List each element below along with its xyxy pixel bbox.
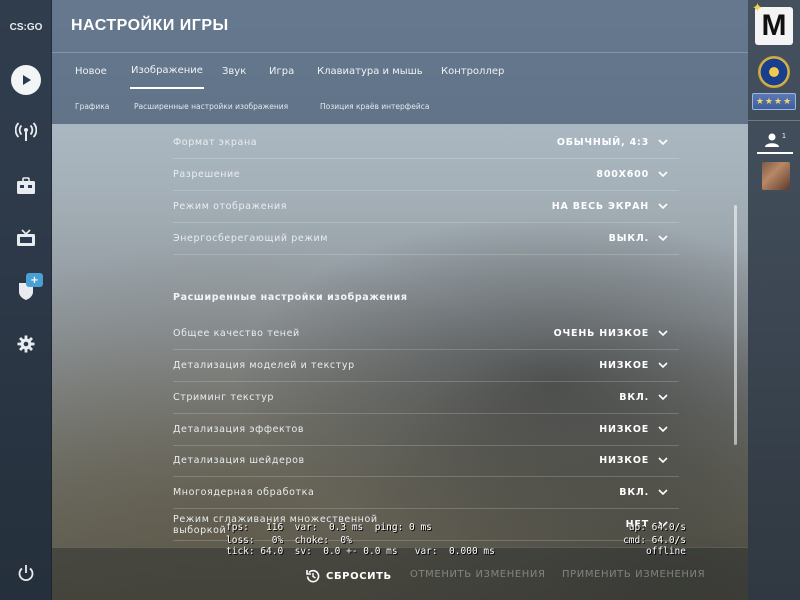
setting-row-display-mode[interactable]: Режим отображения НА ВЕСЬ ЭКРАН	[173, 191, 679, 223]
chevron-down-icon	[658, 488, 668, 495]
setting-row-shader-detail[interactable]: Детализация шейдеров НИЗКОЕ	[173, 445, 679, 477]
setting-value: ВЫКЛ.	[608, 233, 649, 244]
chevron-down-icon	[658, 138, 668, 145]
chevron-down-icon	[658, 234, 668, 241]
friends-count: 1	[781, 132, 787, 140]
tab-video[interactable]: Изображение	[130, 53, 204, 89]
setting-row-aspect-ratio[interactable]: Формат экрана ОБЫЧНЫЙ, 4:3	[173, 127, 679, 159]
setting-label: Детализация эффектов	[173, 424, 305, 435]
netgraph-line-3: tick: 64.0 sv: 0.0 +- 0.0 ms var: 0.000 …	[226, 546, 495, 557]
chevron-down-icon	[658, 425, 668, 432]
settings-list: Формат экрана ОБЫЧНЫЙ, 4:3 Разрешение 80…	[52, 124, 748, 547]
setting-value: НИЗКОЕ	[599, 424, 649, 435]
setting-row-multicore-rendering[interactable]: Многоядерная обработка ВКЛ.	[173, 477, 679, 509]
setting-row-model-texture-detail[interactable]: Детализация моделей и текстур НИЗКОЕ	[173, 350, 679, 382]
gear-icon	[17, 335, 35, 353]
chevron-down-icon	[658, 202, 668, 209]
star-icon: ✦	[752, 1, 763, 16]
chevron-down-icon	[658, 361, 668, 368]
setting-value: ВКЛ.	[619, 487, 649, 498]
setting-label: Разрешение	[173, 169, 241, 180]
play-icon	[11, 65, 41, 95]
setting-row-effect-detail[interactable]: Детализация эффектов НИЗКОЕ	[173, 414, 679, 446]
settings-button[interactable]	[6, 324, 46, 364]
broadcast-icon	[15, 122, 37, 141]
setting-label: Формат экрана	[173, 137, 258, 148]
right-panel-divider	[748, 120, 800, 121]
setting-label: Энергосберегающий режим	[173, 233, 329, 244]
chevron-down-icon	[658, 329, 668, 336]
setting-value: 800X600	[596, 169, 649, 180]
subtab-advanced-video[interactable]: Расширенные настройки изображения	[134, 92, 288, 120]
netgraph-status: offline	[645, 546, 686, 557]
play-button[interactable]	[6, 60, 46, 100]
csgo-logo[interactable]: CS:GO	[0, 10, 52, 44]
setting-value: ОБЫЧНЫЙ, 4:3	[556, 137, 649, 148]
setting-row-power-saving[interactable]: Энергосберегающий режим ВЫКЛ.	[173, 223, 679, 255]
tab-audio[interactable]: Звук	[222, 53, 246, 89]
friends-tab[interactable]: 1	[757, 128, 793, 154]
netgraph-line-1: fps: 116 var: 0.3 ms ping: 0 ms	[226, 522, 432, 533]
setting-value: ВКЛ.	[619, 392, 649, 403]
page-title: НАСТРОЙКИ ИГРЫ	[71, 17, 229, 34]
power-icon	[18, 565, 34, 582]
setting-value: НИЗКОЕ	[599, 360, 649, 371]
reset-label: СБРОСИТЬ	[326, 570, 392, 582]
chevron-down-icon	[658, 393, 668, 400]
person-icon	[764, 133, 779, 147]
right-social-panel	[748, 0, 800, 600]
advanced-section-title: Расширенные настройки изображения	[173, 292, 408, 303]
quit-button[interactable]	[6, 553, 46, 593]
watch-broadcast-button[interactable]	[6, 112, 46, 152]
left-nav: CS:GO +	[0, 0, 52, 600]
chevron-down-icon	[658, 456, 668, 463]
subtab-graphics[interactable]: Графика	[75, 92, 109, 120]
tab-keyboard-mouse[interactable]: Клавиатура и мышь	[317, 53, 423, 89]
setting-label: Общее качество теней	[173, 328, 300, 339]
settings-subtabs: Графика Расширенные настройки изображени…	[52, 92, 748, 120]
setting-row-resolution[interactable]: Разрешение 800X600	[173, 159, 679, 191]
setting-label: Детализация моделей и текстур	[173, 360, 355, 371]
reset-icon	[306, 569, 320, 583]
rank-badge[interactable]: ★★★★	[752, 93, 796, 110]
inventory-button[interactable]	[6, 166, 46, 206]
settings-tabs: Новое Изображение Звук Игра Клавиатура и…	[52, 53, 748, 89]
setting-label: Детализация шейдеров	[173, 455, 305, 466]
new-item-badge: +	[26, 273, 43, 287]
tv-icon	[17, 229, 35, 246]
friend-avatar[interactable]	[762, 162, 790, 190]
apply-changes-button[interactable]: ПРИМЕНИТЬ ИЗМЕНЕНИЯ	[562, 569, 705, 580]
setting-label: Стриминг текстур	[173, 392, 275, 403]
setting-label: Режим отображения	[173, 201, 288, 212]
tv-button[interactable]	[6, 218, 46, 258]
setting-value: НИЗКОЕ	[599, 455, 649, 466]
tab-game[interactable]: Игра	[269, 53, 294, 89]
setting-label: Многоядерная обработка	[173, 487, 315, 498]
setting-value: ОЧЕНЬ НИЗКОЕ	[553, 328, 649, 339]
netgraph-up-rate: up: 64.0/s	[628, 522, 686, 533]
chevron-down-icon	[658, 170, 668, 177]
service-medal[interactable]	[758, 56, 790, 88]
inventory-icon	[17, 177, 35, 194]
setting-row-shadow-quality[interactable]: Общее качество теней ОЧЕНЬ НИЗКОЕ	[173, 318, 679, 350]
setting-value: НА ВЕСЬ ЭКРАН	[551, 201, 649, 212]
settings-scrollbar[interactable]	[734, 205, 737, 445]
reset-button[interactable]: СБРОСИТЬ	[306, 569, 392, 583]
setting-row-texture-streaming[interactable]: Стриминг текстур ВКЛ.	[173, 382, 679, 414]
subtab-hud-edge[interactable]: Позиция краёв интерфейса	[320, 92, 429, 120]
tab-new[interactable]: Новое	[75, 53, 107, 89]
cancel-changes-button[interactable]: ОТМЕНИТЬ ИЗМЕНЕНИЯ	[410, 569, 546, 580]
tab-controller[interactable]: Контроллер	[441, 53, 504, 89]
